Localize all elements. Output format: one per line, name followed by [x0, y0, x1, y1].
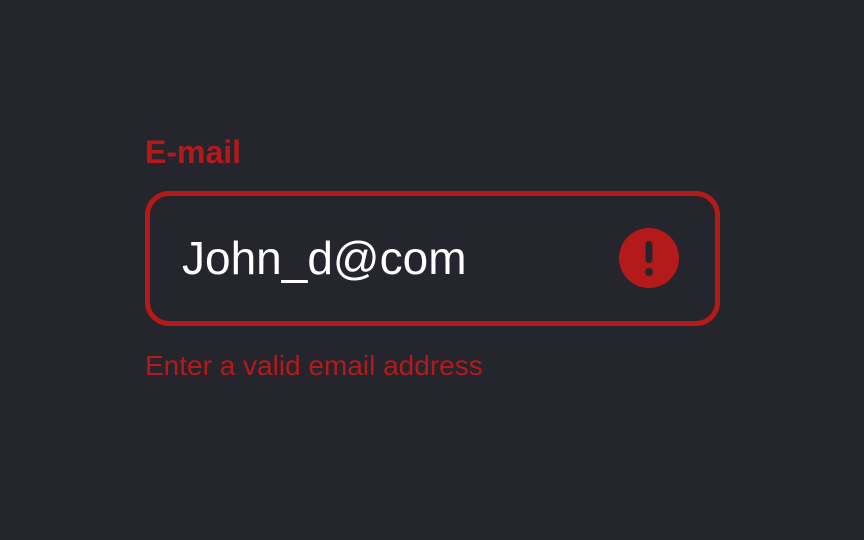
exclamation-circle-icon [619, 228, 679, 288]
email-input-box[interactable] [145, 191, 720, 326]
email-label: E-mail [145, 134, 242, 170]
email-error-message: Enter a valid email address [145, 350, 483, 381]
email-form-field: E-mail Enter a valid email address [145, 134, 720, 381]
email-input[interactable] [182, 196, 602, 321]
